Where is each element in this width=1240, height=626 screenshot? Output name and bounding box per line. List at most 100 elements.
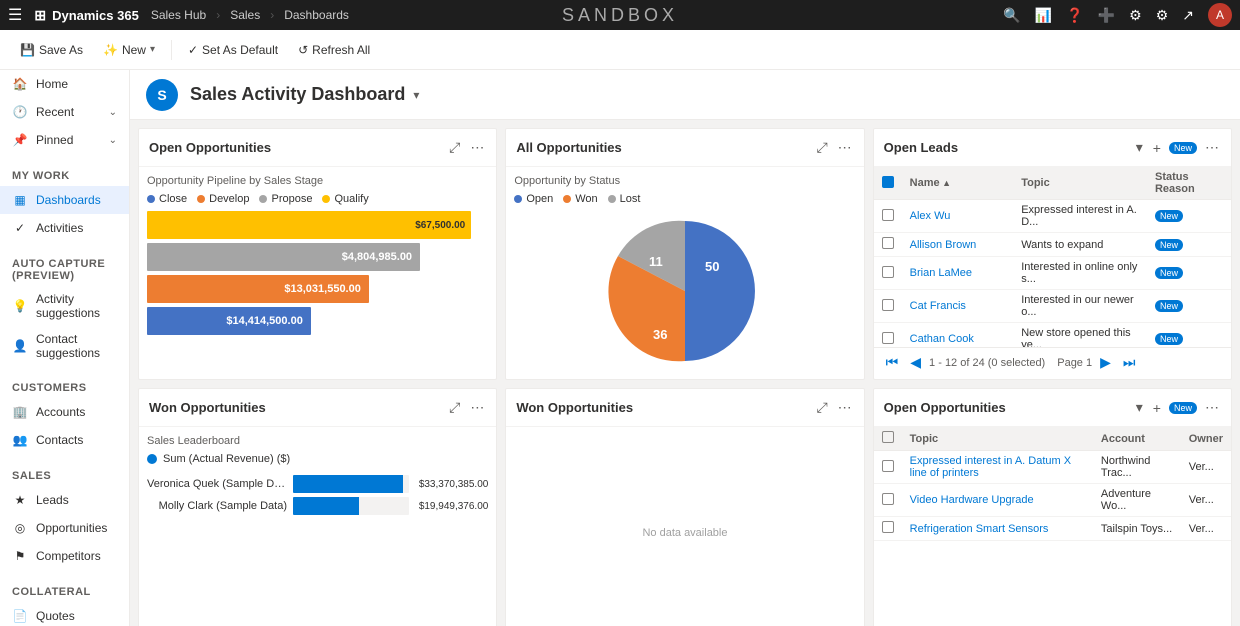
nav-dashboards[interactable]: Dashboards [284,8,349,22]
profile-icon[interactable]: A [1208,3,1232,27]
bar-name-1: Molly Clark (Sample Data) [147,500,287,512]
bottom-center-expand-button[interactable]: ⤢ [814,397,829,418]
open-leads-dropdown-button[interactable]: ▾ [1134,137,1145,158]
sidebar-item-competitors[interactable]: ⚑ Competitors [0,542,129,570]
row-checkbox[interactable] [882,237,894,249]
select-all-checkbox[interactable] [882,176,894,188]
open-opp-more-button[interactable]: ⋯ [468,137,486,158]
legend-develop-dot [197,195,205,203]
refresh-all-button[interactable]: ↺ Refresh All [290,39,378,61]
brand-logo[interactable]: ⊞ Dynamics 365 [34,7,138,24]
set-as-default-button[interactable]: ✓ Set As Default [180,39,286,61]
svg-text:50: 50 [705,259,719,274]
plus-icon[interactable]: ➕ [1098,7,1115,24]
row-checkbox[interactable] [882,332,894,344]
settings-icon[interactable]: ⚙ [1156,7,1169,24]
row-topic[interactable]: Expressed interest in A. Datum X line of… [902,451,1093,484]
open-leads-pagination: ⏮ ◀ 1 - 12 of 24 (0 selected) Page 1 ▶ ⏭ [874,347,1231,377]
open-leads-add-button[interactable]: + [1151,138,1163,158]
sidebar-item-home[interactable]: 🏠 Home [0,70,129,98]
open-leads-header: Open Leads ▾ + New ⋯ [874,129,1231,167]
sidebar-item-contact-suggestions[interactable]: 👤 Contact suggestions [0,326,129,366]
open-opp-expand-button[interactable]: ⤢ [447,137,462,158]
bottom-center-body: No data available [506,427,863,626]
save-as-button[interactable]: 💾 Save As [12,39,91,61]
col-topic-opp[interactable]: Topic [902,427,1093,451]
all-opp-more-button[interactable]: ⋯ [836,137,854,158]
sidebar-item-activities[interactable]: ✓ Activities [0,214,129,242]
row-checkbox[interactable] [882,493,894,505]
col-status[interactable]: Status Reason [1147,167,1231,200]
page-title-chevron-icon[interactable]: ▾ [413,88,419,102]
won-opp-expand-button[interactable]: ⤢ [447,397,462,418]
chevron-recent-icon: ⌄ [109,107,117,118]
legend-lost: Lost [608,193,641,205]
funnel-chart: $67,500.00 $4,804,985.00 $13,031,550 [147,211,488,335]
nav-sales-hub[interactable]: Sales Hub [151,8,206,22]
row-topic: Interested in online only s... [1013,257,1147,290]
all-opp-expand-button[interactable]: ⤢ [814,137,829,158]
sidebar-section-my-work: My Work [0,162,129,186]
sidebar-section-customers: Customers [0,374,129,398]
row-checkbox[interactable] [882,266,894,278]
pag-prev-button[interactable]: ◀ [906,352,925,373]
sidebar-item-accounts[interactable]: 🏢 Accounts [0,398,129,426]
share-icon[interactable]: ↗ [1182,7,1194,24]
sidebar-item-activity-suggestions[interactable]: 💡 Activity suggestions [0,286,129,326]
new-button[interactable]: ✨ New ▾ [95,39,163,61]
row-cb [874,323,902,348]
pag-first-button[interactable]: ⏮ [882,352,903,373]
table-row: Cathan Cook New store opened this ye... … [874,323,1231,348]
opportunities-icon: ◎ [12,520,28,536]
opp-select-all-checkbox[interactable] [882,431,894,443]
row-name[interactable]: Alex Wu [902,200,1014,233]
nav-links: Sales Hub › Sales › Dashboards [151,8,349,22]
accounts-icon: 🏢 [12,404,28,420]
sidebar-item-quotes[interactable]: 📄 Quotes [0,602,129,626]
search-icon[interactable]: 🔍 [1003,7,1020,24]
sidebar-item-recent[interactable]: 🕐 Recent ⌄ [0,98,129,126]
row-name[interactable]: Cat Francis [902,290,1014,323]
col-account-opp[interactable]: Account [1093,427,1181,451]
filter-icon[interactable]: ⚙ [1129,7,1142,24]
row-name[interactable]: Cathan Cook [902,323,1014,348]
row-checkbox[interactable] [882,299,894,311]
toolbar: 💾 Save As ✨ New ▾ ✓ Set As Default ↺ Ref… [0,30,1240,70]
pag-next-button[interactable]: ▶ [1096,352,1115,373]
funnel-row-develop: $13,031,550.00 [147,275,488,303]
pag-last-button[interactable]: ⏭ [1119,352,1140,373]
open-opp-bottom-add-button[interactable]: + [1151,398,1163,418]
sidebar-item-dashboards[interactable]: ▦ Dashboards [0,186,129,214]
col-topic[interactable]: Topic [1013,167,1147,200]
open-leads-more-button[interactable]: ⋯ [1203,137,1221,158]
bar-name-0: Veronica Quek (Sample Da...) [147,478,287,490]
all-opportunities-card: All Opportunities ⤢ ⋯ Opportunity by Sta… [505,128,864,380]
row-status: New [1147,200,1231,233]
row-topic[interactable]: Refrigeration Smart Sensors [902,517,1093,541]
sum-label: Sum (Actual Revenue) ($) [163,453,290,465]
hamburger-icon[interactable]: ☰ [8,5,22,25]
bottom-center-more-button[interactable]: ⋯ [836,397,854,418]
sidebar-item-pinned[interactable]: 📌 Pinned ⌄ [0,126,129,154]
row-name[interactable]: Allison Brown [902,233,1014,257]
open-opp-bottom-dropdown-button[interactable]: ▾ [1134,397,1145,418]
nav-separator-1: › [216,8,220,22]
nav-sales[interactable]: Sales [230,8,260,22]
legend-lost-dot [608,195,616,203]
row-account: Adventure Wo... [1093,484,1181,517]
row-checkbox[interactable] [882,460,894,472]
open-opp-bottom-more-button[interactable]: ⋯ [1203,397,1221,418]
row-checkbox[interactable] [882,209,894,221]
activity-icon[interactable]: 📊 [1035,7,1052,24]
col-name[interactable]: Name [902,167,1014,200]
sidebar-item-leads[interactable]: ★ Leads [0,486,129,514]
sidebar-item-contacts[interactable]: 👥 Contacts [0,426,129,454]
row-topic[interactable]: Video Hardware Upgrade [902,484,1093,517]
won-opp-more-button[interactable]: ⋯ [468,397,486,418]
row-name[interactable]: Brian LaMee [902,257,1014,290]
page-header: S Sales Activity Dashboard ▾ [130,70,1240,120]
sidebar-item-opportunities[interactable]: ◎ Opportunities [0,514,129,542]
help-icon[interactable]: ❓ [1066,7,1083,24]
col-owner-opp[interactable]: Owner [1181,427,1231,451]
row-checkbox[interactable] [882,521,894,533]
